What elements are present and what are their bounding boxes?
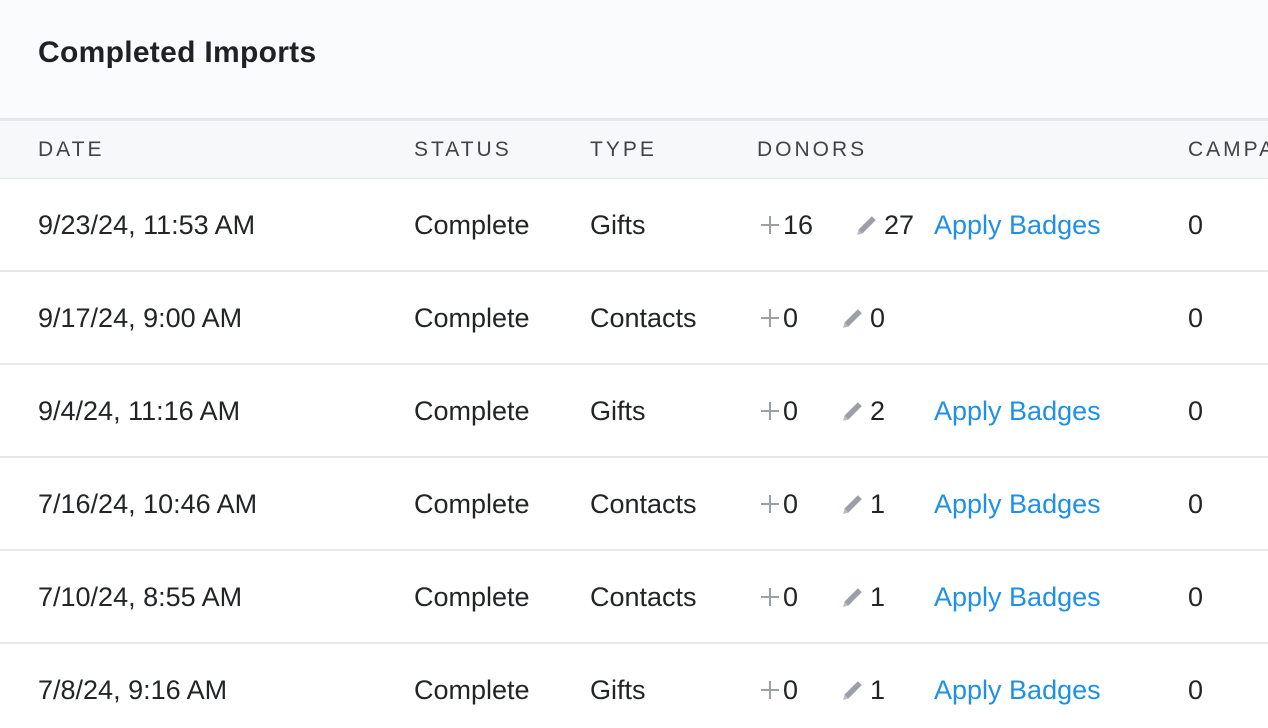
donors-added-count: 0 [783, 675, 799, 705]
donors-added: 0 [761, 581, 798, 613]
column-header-date[interactable]: DATE [38, 138, 104, 162]
campaigns-count: 0 [1188, 675, 1204, 705]
donors-added: 0 [761, 674, 798, 706]
donors-updated-count: 0 [870, 303, 886, 333]
donors-updated: 1 [840, 674, 885, 706]
campaigns-count: 0 [1188, 303, 1204, 333]
pencil-icon [840, 677, 866, 703]
import-date: 7/8/24, 9:16 AM [38, 675, 228, 705]
pencil-icon [840, 491, 866, 517]
import-date: 7/10/24, 8:55 AM [38, 582, 243, 612]
plus-icon [761, 681, 779, 699]
completed-imports-panel: Completed Imports DATE STATUS TYPE DONOR… [0, 0, 1268, 728]
column-header-campaigns[interactable]: CAMPA [1188, 138, 1268, 162]
donors-updated-count: 1 [870, 489, 886, 519]
import-date: 9/17/24, 9:00 AM [38, 303, 243, 333]
table-row: 9/17/24, 9:00 AM Complete Contacts 0 0 0 [0, 272, 1268, 365]
table-row: 7/10/24, 8:55 AM Complete Contacts 0 1 A… [0, 551, 1268, 644]
plus-icon [761, 309, 779, 327]
panel-header: Completed Imports [0, 0, 1268, 121]
column-header-status[interactable]: STATUS [414, 138, 512, 162]
donors-updated: 0 [840, 302, 885, 334]
import-date: 9/4/24, 11:16 AM [38, 396, 241, 426]
import-status: Complete [414, 396, 530, 426]
donors-updated-count: 1 [870, 675, 886, 705]
donors-updated-count: 2 [870, 396, 886, 426]
apply-badges-link[interactable]: Apply Badges [934, 209, 1101, 241]
donors-updated: 1 [840, 581, 885, 613]
import-status: Complete [414, 210, 530, 240]
donors-added-count: 0 [783, 303, 799, 333]
donors-updated-count: 27 [884, 210, 915, 240]
apply-badges-link[interactable]: Apply Badges [934, 674, 1101, 706]
donors-added: 0 [761, 488, 798, 520]
plus-icon [761, 588, 779, 606]
pencil-icon [840, 398, 866, 424]
page-title: Completed Imports [38, 36, 317, 69]
pencil-icon [840, 305, 866, 331]
import-status: Complete [414, 489, 530, 519]
imports-table-body: 9/23/24, 11:53 AM Complete Gifts 16 27 A… [0, 179, 1268, 728]
apply-badges-link[interactable]: Apply Badges [934, 395, 1101, 427]
import-date: 9/23/24, 11:53 AM [38, 210, 256, 240]
apply-badges-link[interactable]: Apply Badges [934, 488, 1101, 520]
plus-icon [761, 495, 779, 513]
column-header-donors[interactable]: DONORS [757, 138, 867, 162]
donors-updated: 27 [854, 209, 914, 241]
pencil-icon [840, 584, 866, 610]
campaigns-count: 0 [1188, 582, 1204, 612]
campaigns-count: 0 [1188, 210, 1204, 240]
campaigns-count: 0 [1188, 489, 1204, 519]
column-header-type[interactable]: TYPE [590, 138, 657, 162]
donors-added: 0 [761, 395, 798, 427]
donors-added-count: 0 [783, 396, 799, 426]
campaigns-count: 0 [1188, 396, 1204, 426]
donors-updated-count: 1 [870, 582, 886, 612]
donors-updated: 1 [840, 488, 885, 520]
import-type: Gifts [590, 210, 646, 240]
import-type: Contacts [590, 489, 697, 519]
table-row: 7/8/24, 9:16 AM Complete Gifts 0 1 Apply… [0, 644, 1268, 728]
table-header: DATE STATUS TYPE DONORS CAMPA [0, 121, 1268, 179]
import-status: Complete [414, 675, 530, 705]
donors-added-count: 0 [783, 582, 799, 612]
table-row: 9/23/24, 11:53 AM Complete Gifts 16 27 A… [0, 179, 1268, 272]
donors-updated: 2 [840, 395, 885, 427]
import-type: Gifts [590, 396, 646, 426]
import-status: Complete [414, 303, 530, 333]
import-date: 7/16/24, 10:46 AM [38, 489, 258, 519]
donors-added: 16 [761, 209, 813, 241]
apply-badges-link[interactable]: Apply Badges [934, 581, 1101, 613]
import-status: Complete [414, 582, 530, 612]
donors-added-count: 16 [783, 210, 814, 240]
donors-added: 0 [761, 302, 798, 334]
donors-added-count: 0 [783, 489, 799, 519]
plus-icon [761, 216, 779, 234]
import-type: Contacts [590, 303, 697, 333]
import-type: Gifts [590, 675, 646, 705]
plus-icon [761, 402, 779, 420]
table-row: 7/16/24, 10:46 AM Complete Contacts 0 1 … [0, 458, 1268, 551]
table-row: 9/4/24, 11:16 AM Complete Gifts 0 2 Appl… [0, 365, 1268, 458]
import-type: Contacts [590, 582, 697, 612]
pencil-icon [854, 212, 880, 238]
